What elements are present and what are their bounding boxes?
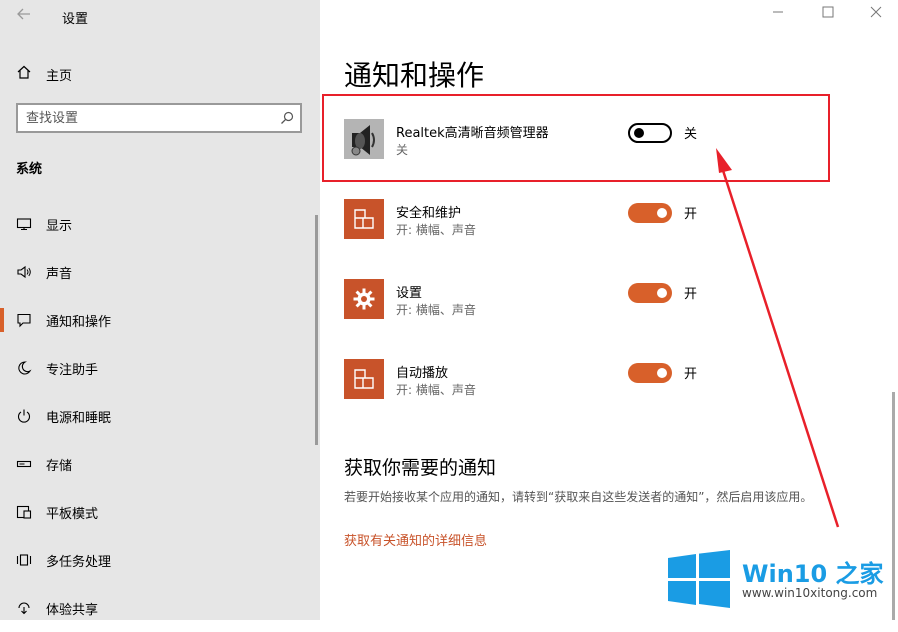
search-icon[interactable]: [280, 110, 294, 129]
sidebar-item-label: 平板模式: [46, 506, 99, 522]
windows-logo-icon: [668, 550, 730, 608]
watermark-brand-suffix: 之家: [835, 560, 884, 588]
sidebar-item-power-sleep[interactable]: 电源和睡眠: [0, 392, 318, 440]
speaker-icon: [16, 264, 32, 280]
sidebar-item-focus-assist[interactable]: 专注助手: [0, 344, 318, 392]
tablet-icon: [16, 504, 32, 520]
multitask-icon: [16, 552, 32, 568]
main-panel: 通知和操作 Realtek高清晰音频管理器 关 关 安全和维护 开: 横幅、声音…: [320, 0, 898, 620]
watermark-url: www.win10xitong.com: [742, 586, 878, 600]
sidebar-item-label: 专注助手: [46, 362, 99, 378]
sidebar-item-multitasking[interactable]: 多任务处理: [0, 536, 318, 584]
home-label: 主页: [46, 68, 73, 84]
watermark: Win10 之家 www.win10xitong.com: [666, 546, 898, 610]
sidebar-item-sound[interactable]: 声音: [0, 248, 318, 296]
storage-icon: [16, 456, 32, 472]
watermark-brand: Win10 之家: [742, 554, 884, 589]
display-icon: [16, 216, 32, 232]
sidebar-item-display[interactable]: 显示: [0, 200, 318, 248]
annotation-arrow: [716, 148, 840, 528]
sidebar-item-label: 通知和操作: [46, 314, 112, 330]
sidebar-item-label: 声音: [46, 266, 73, 282]
sidebar-item-label: 显示: [46, 218, 73, 234]
sidebar-item-label: 体验共享: [46, 602, 99, 618]
search-input[interactable]: [26, 109, 266, 127]
back-arrow-icon[interactable]: [16, 6, 32, 26]
window-title: 设置: [62, 12, 89, 27]
sidebar-item-label: 存储: [46, 458, 73, 474]
sidebar-item-label: 电源和睡眠: [46, 410, 112, 426]
sidebar-item-shared-experiences[interactable]: 体验共享: [0, 584, 318, 632]
sidebar-item-label: 多任务处理: [46, 554, 112, 570]
power-icon: [16, 408, 32, 424]
home-nav-item[interactable]: 主页: [16, 64, 72, 84]
moon-icon: [16, 360, 32, 376]
sidebar: 设置 主页 系统 显示 声音 通知和操作 专注助手 电源和睡眠 存储 平板: [0, 0, 320, 620]
home-icon: [16, 64, 32, 84]
sidebar-item-tablet-mode[interactable]: 平板模式: [0, 488, 318, 536]
share-icon: [16, 600, 32, 616]
notification-icon: [16, 312, 32, 328]
sidebar-item-notifications[interactable]: 通知和操作: [0, 296, 318, 344]
sidebar-scrollbar[interactable]: [315, 215, 318, 445]
search-box[interactable]: [16, 103, 302, 133]
watermark-brand-prefix: Win10: [742, 560, 828, 588]
section-title-system: 系统: [16, 162, 43, 177]
sidebar-item-storage[interactable]: 存储: [0, 440, 318, 488]
